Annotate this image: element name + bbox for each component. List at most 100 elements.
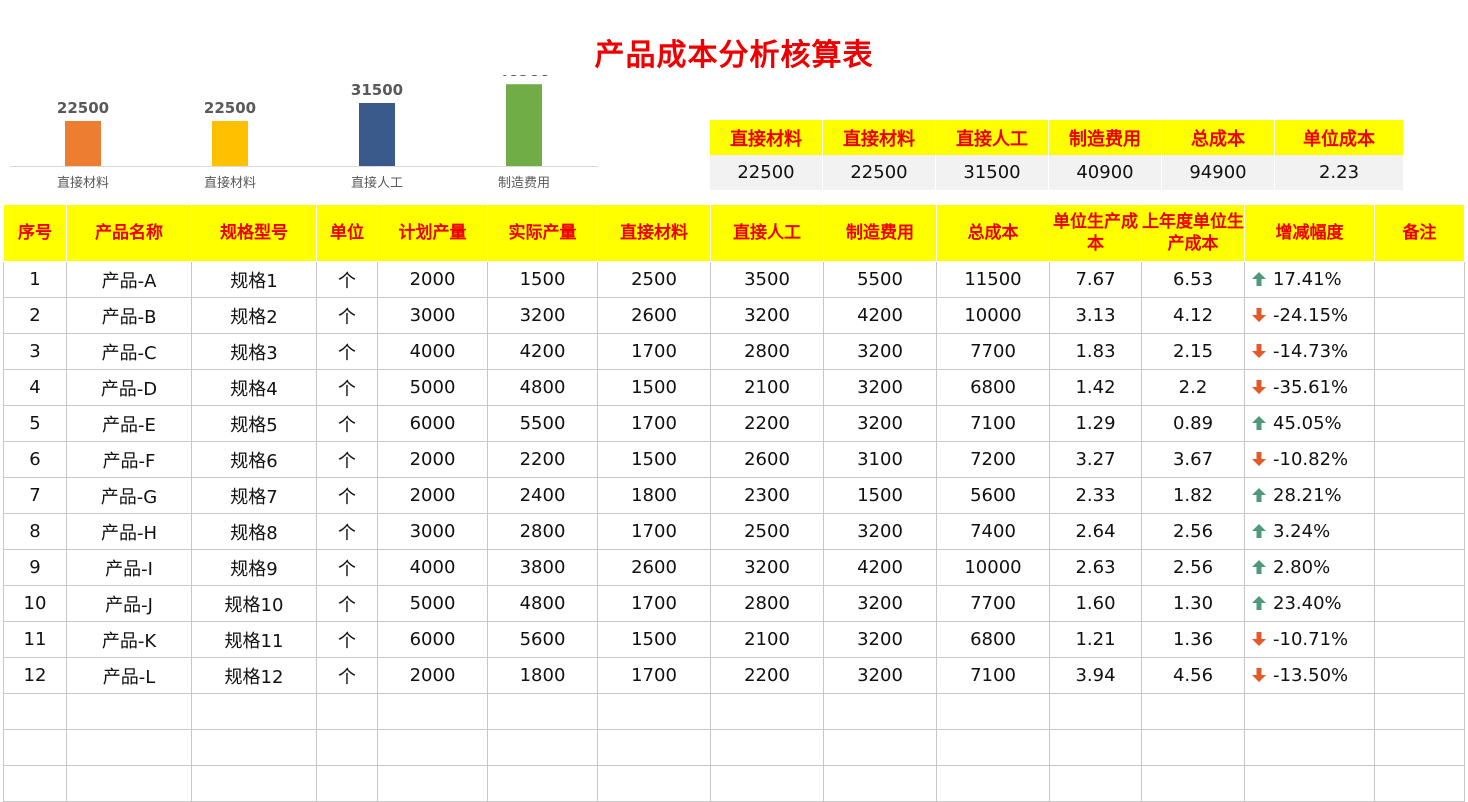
cell-plan[interactable]: 2000 bbox=[377, 657, 488, 694]
cell-unit[interactable]: 个 bbox=[316, 549, 378, 586]
cell-labor[interactable]: 3200 bbox=[710, 549, 824, 586]
cell-actual[interactable]: 2400 bbox=[487, 477, 598, 514]
cell-no[interactable]: 5 bbox=[3, 405, 67, 442]
cell-no[interactable]: 1 bbox=[3, 261, 67, 298]
cell-plan[interactable]: 6000 bbox=[377, 405, 488, 442]
cell-note[interactable] bbox=[1374, 585, 1465, 622]
empty-cell[interactable] bbox=[487, 765, 598, 802]
cell-plan[interactable]: 2000 bbox=[377, 477, 488, 514]
cell-total[interactable]: 10000 bbox=[936, 549, 1050, 586]
cell-no[interactable]: 10 bbox=[3, 585, 67, 622]
cell-ucost[interactable]: 1.21 bbox=[1049, 621, 1142, 658]
chart-bar[interactable] bbox=[506, 84, 542, 166]
empty-cell[interactable] bbox=[191, 765, 317, 802]
cell-mat[interactable]: 1500 bbox=[597, 441, 711, 478]
empty-cell[interactable] bbox=[1244, 693, 1375, 730]
empty-cell[interactable] bbox=[823, 693, 937, 730]
table-row[interactable]: 4 产品-D 规格4 个 5000 4800 1500 2100 3200 6800 1.42 2.2… bbox=[3, 369, 1465, 406]
cell-ucost[interactable]: 2.64 bbox=[1049, 513, 1142, 550]
cell-actual[interactable]: 4800 bbox=[487, 369, 598, 406]
empty-cell[interactable] bbox=[936, 765, 1050, 802]
cell-mfg[interactable]: 3200 bbox=[823, 513, 937, 550]
cell-total[interactable]: 6800 bbox=[936, 369, 1050, 406]
empty-cell[interactable] bbox=[66, 729, 192, 766]
header-cell[interactable]: 计划产量 bbox=[377, 204, 488, 262]
cell-spec[interactable]: 规格1 bbox=[191, 261, 317, 298]
cell-labor[interactable]: 2800 bbox=[710, 585, 824, 622]
empty-cell[interactable] bbox=[377, 729, 488, 766]
empty-row[interactable] bbox=[3, 765, 1465, 802]
cell-ucost[interactable]: 3.94 bbox=[1049, 657, 1142, 694]
cell-prev[interactable]: 2.15 bbox=[1141, 333, 1245, 370]
cell-name[interactable]: 产品-H bbox=[66, 513, 192, 550]
cell-labor[interactable]: 2100 bbox=[710, 621, 824, 658]
cell-no[interactable]: 2 bbox=[3, 297, 67, 334]
cell-unit[interactable]: 个 bbox=[316, 441, 378, 478]
empty-cell[interactable] bbox=[1244, 765, 1375, 802]
cell-chg[interactable]: 23.40% bbox=[1244, 585, 1375, 622]
cell-note[interactable] bbox=[1374, 369, 1465, 406]
table-row[interactable]: 7 产品-G 规格7 个 2000 2400 1800 2300 1500 5600 2.33 1.8… bbox=[3, 477, 1465, 514]
cell-total[interactable]: 7200 bbox=[936, 441, 1050, 478]
cell-labor[interactable]: 2800 bbox=[710, 333, 824, 370]
cell-name[interactable]: 产品-G bbox=[66, 477, 192, 514]
cell-unit[interactable]: 个 bbox=[316, 513, 378, 550]
cell-mfg[interactable]: 4200 bbox=[823, 297, 937, 334]
empty-cell[interactable] bbox=[1049, 765, 1142, 802]
empty-cell[interactable] bbox=[1374, 693, 1465, 730]
empty-cell[interactable] bbox=[3, 729, 67, 766]
cell-actual[interactable]: 4200 bbox=[487, 333, 598, 370]
cell-note[interactable] bbox=[1374, 657, 1465, 694]
cell-chg[interactable]: 45.05% bbox=[1244, 405, 1375, 442]
cell-plan[interactable]: 4000 bbox=[377, 549, 488, 586]
cell-actual[interactable]: 5500 bbox=[487, 405, 598, 442]
cell-mat[interactable]: 1700 bbox=[597, 585, 711, 622]
cell-unit[interactable]: 个 bbox=[316, 333, 378, 370]
empty-cell[interactable] bbox=[191, 729, 317, 766]
cell-unit[interactable]: 个 bbox=[316, 585, 378, 622]
cell-mfg[interactable]: 3200 bbox=[823, 657, 937, 694]
summary-value-cell[interactable]: 94900 bbox=[1161, 155, 1275, 190]
chart-bar[interactable] bbox=[212, 121, 248, 166]
cell-prev[interactable]: 6.53 bbox=[1141, 261, 1245, 298]
cell-prev[interactable]: 2.56 bbox=[1141, 549, 1245, 586]
cell-ucost[interactable]: 3.13 bbox=[1049, 297, 1142, 334]
cell-actual[interactable]: 4800 bbox=[487, 585, 598, 622]
table-row[interactable]: 3 产品-C 规格3 个 4000 4200 1700 2800 3200 7700 1.83 2.1… bbox=[3, 333, 1465, 370]
cell-unit[interactable]: 个 bbox=[316, 261, 378, 298]
empty-cell[interactable] bbox=[710, 765, 824, 802]
cell-ucost[interactable]: 2.63 bbox=[1049, 549, 1142, 586]
cell-note[interactable] bbox=[1374, 513, 1465, 550]
empty-cell[interactable] bbox=[823, 765, 937, 802]
cell-total[interactable]: 11500 bbox=[936, 261, 1050, 298]
header-cell[interactable]: 备注 bbox=[1374, 204, 1465, 262]
cell-mfg[interactable]: 3100 bbox=[823, 441, 937, 478]
cell-mfg[interactable]: 1500 bbox=[823, 477, 937, 514]
empty-cell[interactable] bbox=[1244, 729, 1375, 766]
cell-ucost[interactable]: 7.67 bbox=[1049, 261, 1142, 298]
cell-note[interactable] bbox=[1374, 549, 1465, 586]
cell-note[interactable] bbox=[1374, 333, 1465, 370]
cell-prev[interactable]: 1.82 bbox=[1141, 477, 1245, 514]
cell-ucost[interactable]: 3.27 bbox=[1049, 441, 1142, 478]
cell-mfg[interactable]: 3200 bbox=[823, 405, 937, 442]
cell-chg[interactable]: -24.15% bbox=[1244, 297, 1375, 334]
table-row[interactable]: 10 产品-J 规格10 个 5000 4800 1700 2800 3200 7700 1.60 1… bbox=[3, 585, 1465, 622]
cell-total[interactable]: 5600 bbox=[936, 477, 1050, 514]
cell-chg[interactable]: -14.73% bbox=[1244, 333, 1375, 370]
empty-cell[interactable] bbox=[1141, 765, 1245, 802]
table-row[interactable]: 9 产品-I 规格9 个 4000 3800 2600 3200 4200 10000 2.63 2.… bbox=[3, 549, 1465, 586]
cell-spec[interactable]: 规格3 bbox=[191, 333, 317, 370]
cell-no[interactable]: 12 bbox=[3, 657, 67, 694]
cell-plan[interactable]: 2000 bbox=[377, 441, 488, 478]
cell-total[interactable]: 10000 bbox=[936, 297, 1050, 334]
cell-no[interactable]: 11 bbox=[3, 621, 67, 658]
cell-mat[interactable]: 1700 bbox=[597, 405, 711, 442]
cell-chg[interactable]: -13.50% bbox=[1244, 657, 1375, 694]
cell-mat[interactable]: 1800 bbox=[597, 477, 711, 514]
empty-cell[interactable] bbox=[487, 693, 598, 730]
cell-mfg[interactable]: 5500 bbox=[823, 261, 937, 298]
empty-cell[interactable] bbox=[823, 729, 937, 766]
cell-name[interactable]: 产品-L bbox=[66, 657, 192, 694]
cell-name[interactable]: 产品-E bbox=[66, 405, 192, 442]
